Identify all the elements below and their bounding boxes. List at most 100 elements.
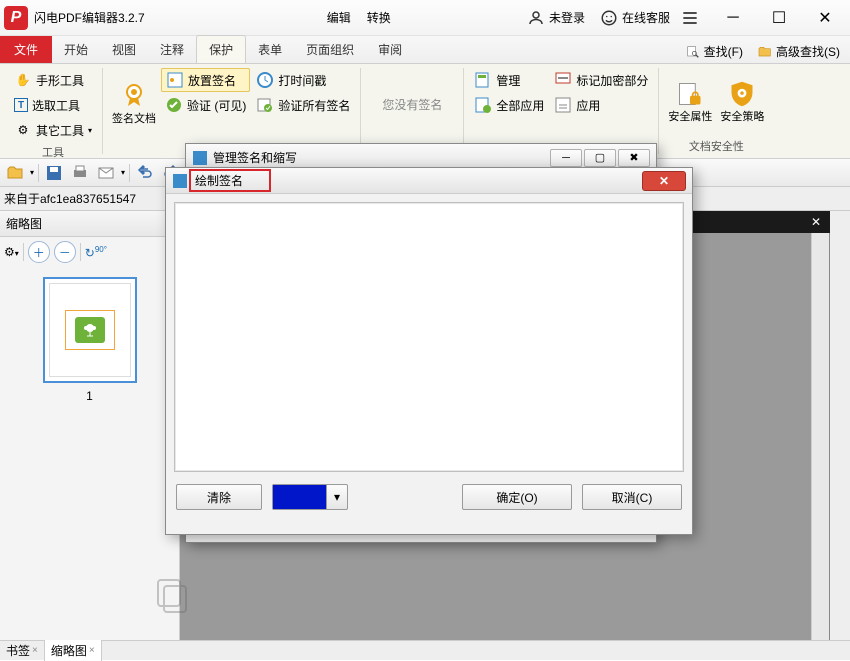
maximize-button[interactable]: ☐ — [758, 3, 800, 33]
group-security-label: 文档安全性 — [665, 136, 767, 154]
hand-tool[interactable]: ✋手形工具 — [10, 68, 96, 92]
ribbon-badge-icon — [120, 82, 148, 110]
clear-button[interactable]: 清除 — [176, 484, 262, 510]
menu-review[interactable]: 审阅 — [366, 36, 414, 63]
chevron-down-icon[interactable]: ▾ — [121, 168, 125, 177]
signature-canvas[interactable] — [174, 202, 684, 472]
security-attr-button[interactable]: 安全属性 — [665, 68, 715, 136]
dialog-title: 绘制签名 — [195, 174, 243, 188]
dialog-icon — [172, 173, 188, 189]
select-tool[interactable]: T选取工具 — [10, 93, 96, 117]
print-button[interactable] — [69, 162, 91, 184]
dialog-close-button[interactable]: ✕ — [642, 171, 686, 191]
verify-all-icon — [256, 96, 274, 114]
app-logo: P — [4, 6, 28, 30]
apply-icon — [554, 96, 572, 114]
page-thumbnail[interactable] — [43, 277, 137, 383]
close-icon[interactable]: × — [32, 645, 38, 656]
draw-signature-dialog: 绘制签名 ✕ 清除 ▾ 确定(O) 取消(C) — [165, 167, 693, 535]
flower-icon — [75, 317, 105, 343]
open-button[interactable] — [4, 162, 26, 184]
panel-title: 缩略图 — [0, 211, 179, 237]
doc-close-icon[interactable]: ✕ — [806, 215, 826, 229]
undo-button[interactable] — [134, 162, 156, 184]
menu-file[interactable]: 文件 — [0, 36, 52, 63]
menu-start[interactable]: 开始 — [52, 36, 100, 63]
chevron-down-icon[interactable]: ▾ — [30, 168, 34, 177]
find-button[interactable]: 查找(F) — [679, 40, 749, 63]
cancel-button[interactable]: 取消(C) — [582, 484, 682, 510]
other-tools[interactable]: ⚙其它工具▾ — [10, 118, 96, 142]
user-icon — [526, 8, 546, 28]
email-button[interactable] — [95, 162, 117, 184]
place-signature-button[interactable]: 放置签名 — [161, 68, 250, 92]
sign-doc-button[interactable]: 签名文档 — [109, 68, 159, 140]
bottom-tabs: 书签× 缩略图× — [0, 640, 850, 660]
group-manage: 管理 全部应用 标记加密部分 应用 — [464, 68, 659, 154]
minimize-button[interactable]: ─ — [712, 3, 754, 33]
group-security: 安全属性 安全策略 文档安全性 — [659, 68, 773, 154]
dialog-close-button[interactable]: ✖ — [618, 149, 650, 167]
zoom-out-button[interactable]: － — [54, 241, 76, 263]
manage-button[interactable]: 管理 — [470, 68, 548, 92]
place-sig-icon — [166, 71, 184, 89]
adv-find-label: 高级查找(S) — [776, 43, 840, 60]
color-swatch — [273, 485, 327, 509]
apply-button[interactable]: 应用 — [550, 93, 652, 117]
copy-watermark-icon — [152, 574, 192, 614]
timestamp-button[interactable]: 打时间戳 — [252, 68, 354, 92]
no-sig-label: 您没有签名 — [367, 96, 457, 113]
online-service[interactable]: 在线客服 — [595, 6, 674, 30]
ok-button[interactable]: 确定(O) — [462, 484, 572, 510]
thumb-page-number: 1 — [86, 389, 93, 403]
mark-encrypt-button[interactable]: 标记加密部分 — [550, 68, 652, 92]
find-icon — [685, 44, 701, 60]
dialog-icon — [192, 150, 208, 166]
dialog-title: 管理签名和缩写 — [213, 149, 297, 166]
dialog-maximize-button[interactable]: ▢ — [584, 149, 616, 167]
mail-icon — [97, 164, 115, 182]
security-policy-button[interactable]: 安全策略 — [717, 68, 767, 136]
close-icon[interactable]: × — [89, 645, 95, 656]
dialog-minimize-button[interactable]: ─ — [550, 149, 582, 167]
zoom-in-button[interactable]: ＋ — [28, 241, 50, 263]
print-icon — [71, 164, 89, 182]
menu-view[interactable]: 视图 — [100, 36, 148, 63]
hamburger-icon[interactable] — [680, 8, 700, 28]
doc-tab[interactable]: 来自于afc1ea837651547 — [4, 190, 136, 207]
gear-icon: ⚙ — [14, 121, 32, 139]
save-button[interactable] — [43, 162, 65, 184]
gear-icon[interactable]: ⚙▾ — [4, 245, 19, 259]
user-login[interactable]: 未登录 — [522, 6, 589, 30]
check-badge-icon — [165, 96, 183, 114]
menu-comment[interactable]: 注释 — [148, 36, 196, 63]
apply-all-button[interactable]: 全部应用 — [470, 93, 548, 117]
apply-all-icon — [474, 96, 492, 114]
text-select-icon: T — [14, 98, 28, 112]
online-label: 在线客服 — [622, 9, 670, 26]
tab-thumbnail[interactable]: 缩略图× — [45, 640, 102, 661]
adv-find-button[interactable]: 高级查找(S) — [751, 40, 846, 63]
verify-all-button[interactable]: 验证所有签名 — [252, 93, 354, 117]
folder-search-icon — [757, 44, 773, 60]
color-picker[interactable]: ▾ — [272, 484, 348, 510]
find-label: 查找(F) — [704, 43, 743, 60]
folder-open-icon — [6, 164, 24, 182]
vertical-scrollbar[interactable] — [811, 233, 829, 640]
group-tools-label: 工具 — [10, 142, 96, 160]
top-tab-convert[interactable]: 转换 — [359, 7, 399, 28]
close-button[interactable]: ✕ — [804, 3, 846, 33]
menu-page-org[interactable]: 页面组织 — [294, 36, 366, 63]
shield-gear-icon — [728, 80, 756, 108]
chevron-down-icon: ▾ — [88, 126, 92, 135]
save-icon — [45, 164, 63, 182]
tab-bookmark[interactable]: 书签× — [0, 640, 45, 661]
top-tab-edit[interactable]: 编辑 — [319, 7, 359, 28]
rotate-icon[interactable]: ↻90° — [85, 245, 107, 260]
doc-lock-icon — [676, 80, 704, 108]
menu-protect[interactable]: 保护 — [196, 35, 246, 63]
menu-form[interactable]: 表单 — [246, 36, 294, 63]
verify-button[interactable]: 验证 (可见) — [161, 93, 250, 117]
titlebar: P 闪电PDF编辑器3.2.7 编辑 转换 未登录 在线客服 ─ ☐ ✕ — [0, 0, 850, 36]
menubar: 文件 开始 视图 注释 保护 表单 页面组织 审阅 查找(F) 高级查找(S) — [0, 36, 850, 64]
